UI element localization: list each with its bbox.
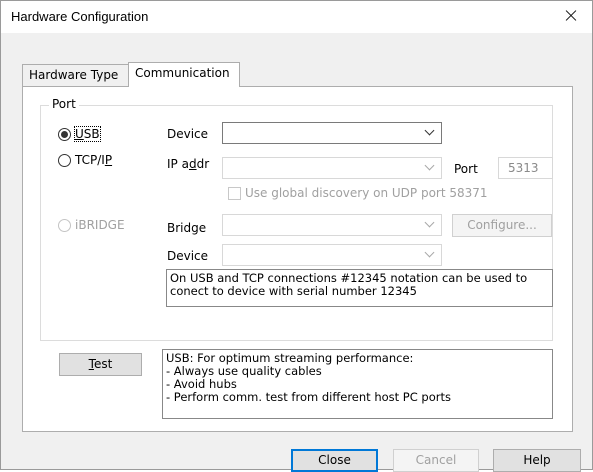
hardware-configuration-dialog: Hardware Configuration Hardware Type Com… bbox=[0, 0, 593, 472]
global-discovery-checkbox[interactable] bbox=[228, 187, 241, 200]
close-icon[interactable] bbox=[558, 3, 584, 29]
cancel-button[interactable]: Cancel bbox=[393, 449, 479, 472]
global-discovery-label: Use global discovery on UDP port 58371 bbox=[245, 186, 488, 200]
tab-hardware-type[interactable]: Hardware Type bbox=[22, 64, 129, 86]
tcpip-radio-label[interactable]: TCP/IP bbox=[75, 153, 112, 167]
tips-text: USB: For optimum streaming performance: … bbox=[162, 349, 553, 419]
test-button[interactable]: Test bbox=[59, 353, 142, 376]
ibridge-radio-label: iBRIDGE bbox=[75, 218, 125, 232]
bridge-select[interactable] bbox=[222, 214, 442, 236]
ibridge-radio[interactable] bbox=[58, 219, 71, 232]
usb-radio-label[interactable]: USB bbox=[74, 126, 101, 142]
chevron-down-icon bbox=[424, 125, 435, 136]
ip-addr-label: IP addr bbox=[167, 157, 210, 171]
title-bar: Hardware Configuration bbox=[1, 1, 592, 33]
port-value: 5313 bbox=[508, 161, 539, 175]
bridge-device-select[interactable] bbox=[222, 244, 442, 266]
tab-communication-label: Communication bbox=[135, 66, 230, 80]
note-text: On USB and TCP connections #12345 notati… bbox=[166, 269, 553, 307]
bridge-device-label: Device bbox=[167, 249, 209, 263]
configure-button[interactable]: Configure... bbox=[452, 214, 552, 237]
ip-addr-combo[interactable] bbox=[222, 157, 442, 179]
bridge-label: Bridge bbox=[167, 221, 207, 235]
close-button[interactable]: Close bbox=[291, 449, 378, 472]
port-label: Port bbox=[454, 162, 478, 176]
tab-hardware-type-label: Hardware Type bbox=[29, 68, 119, 82]
tab-communication[interactable]: Communication bbox=[128, 62, 240, 87]
help-button[interactable]: Help bbox=[493, 449, 581, 472]
chevron-down-icon bbox=[424, 247, 435, 258]
tcpip-radio[interactable] bbox=[58, 154, 71, 167]
port-input[interactable]: 5313 bbox=[498, 157, 553, 179]
dialog-title: Hardware Configuration bbox=[11, 9, 149, 24]
chevron-down-icon bbox=[424, 160, 435, 171]
usb-radio[interactable] bbox=[58, 128, 71, 141]
usb-device-select[interactable] bbox=[222, 122, 442, 144]
usb-device-label: Device bbox=[167, 127, 209, 141]
port-group-label: Port bbox=[49, 97, 79, 111]
chevron-down-icon bbox=[424, 217, 435, 228]
